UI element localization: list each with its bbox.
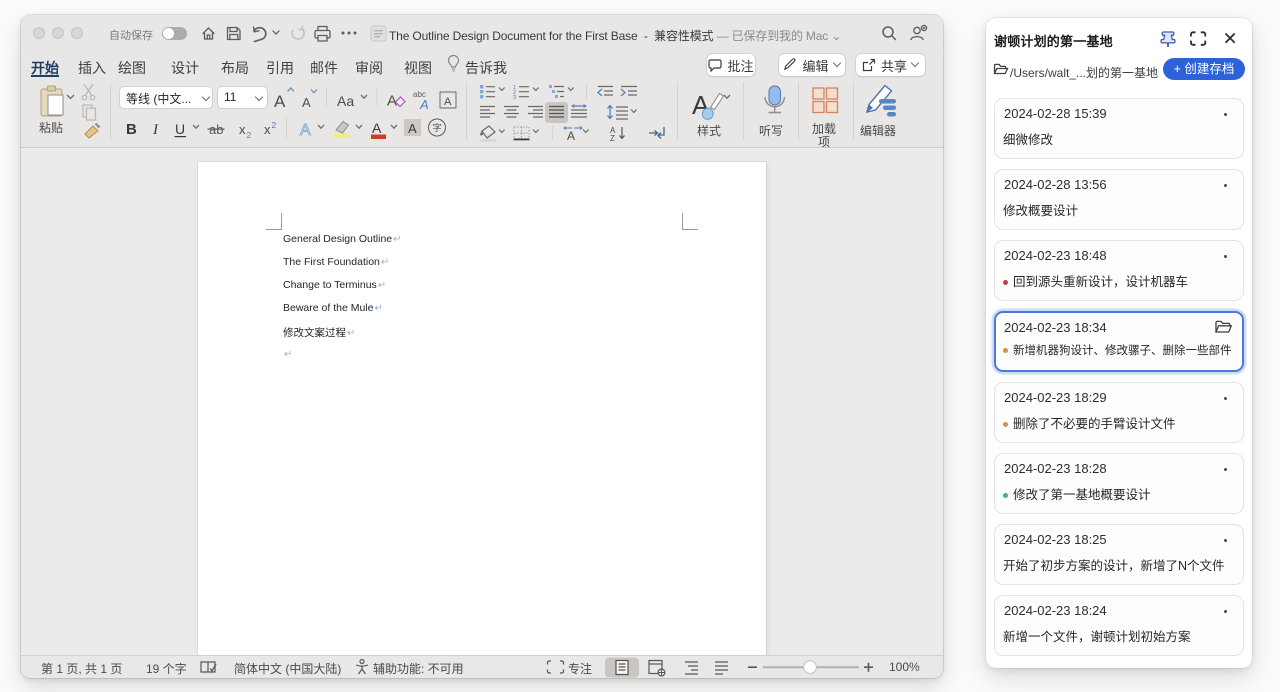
svg-text:2: 2: [272, 120, 277, 130]
svg-text:A: A: [444, 96, 452, 108]
svg-text:3: 3: [513, 95, 516, 101]
svg-text:Aa: Aa: [337, 93, 354, 109]
svg-text:I: I: [152, 122, 159, 138]
svg-text:U: U: [175, 121, 185, 137]
svg-text:字: 字: [433, 122, 442, 133]
svg-text:Z: Z: [610, 134, 615, 143]
svg-text:2: 2: [247, 130, 252, 140]
svg-text:A: A: [419, 97, 429, 112]
svg-text:A: A: [300, 122, 311, 139]
svg-text:A: A: [302, 95, 311, 110]
svg-text:A: A: [372, 120, 382, 136]
svg-text:A: A: [274, 92, 286, 111]
svg-text:A: A: [387, 93, 397, 110]
svg-text:x: x: [264, 122, 271, 137]
svg-text:A: A: [567, 129, 575, 143]
svg-text:A: A: [408, 121, 417, 136]
svg-text:B: B: [126, 121, 137, 138]
svg-text:x: x: [239, 122, 246, 137]
